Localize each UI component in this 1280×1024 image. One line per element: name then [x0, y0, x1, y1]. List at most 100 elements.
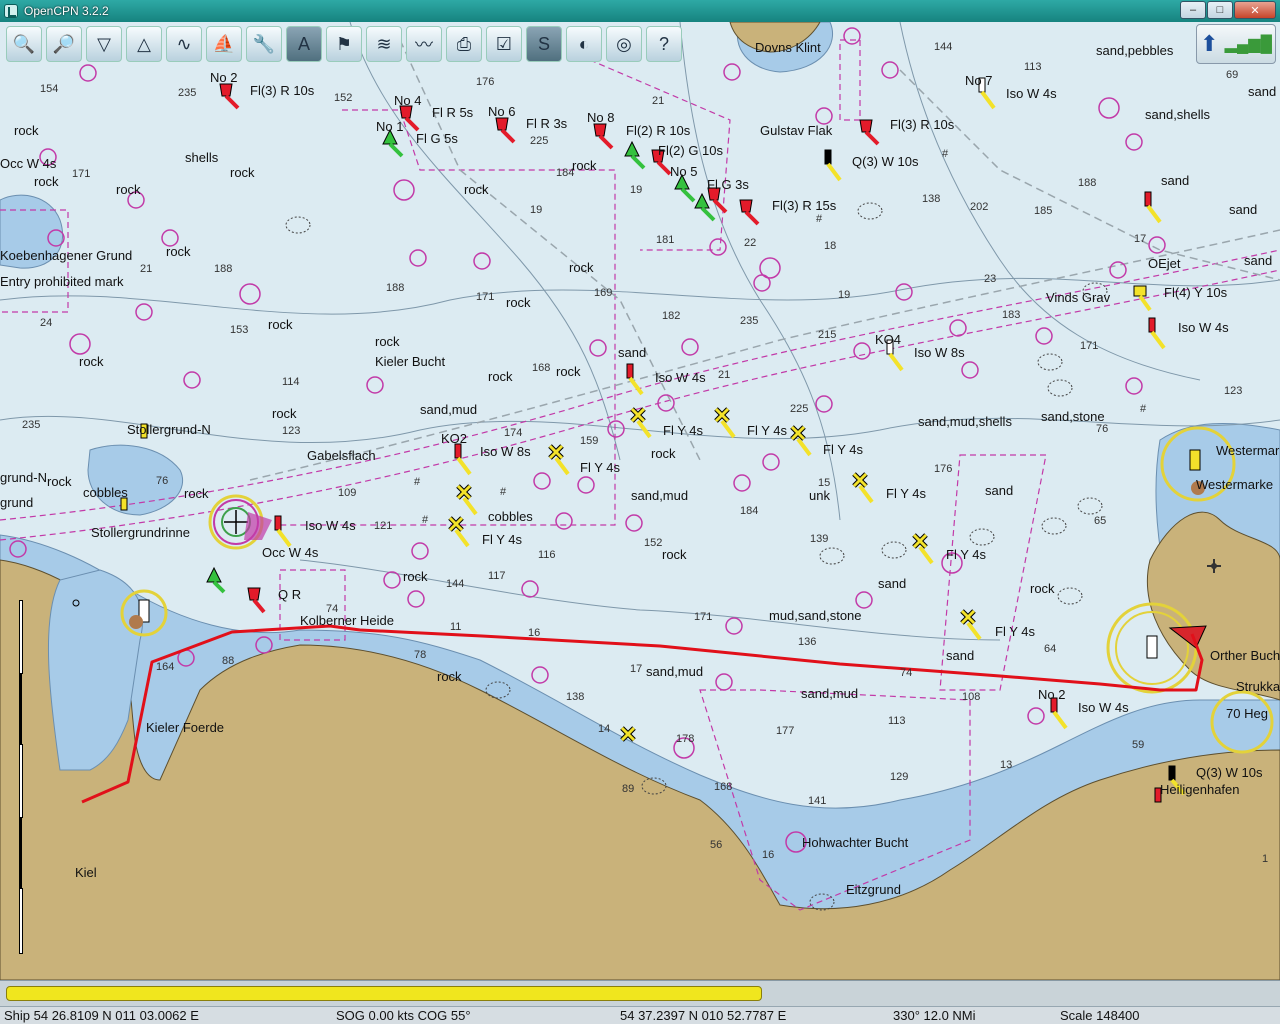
tracks-button[interactable]: ⚑ [326, 26, 362, 62]
tides-button[interactable]: 〰 [406, 26, 442, 62]
svg-text:188: 188 [386, 282, 404, 294]
svg-text:56: 56 [710, 839, 722, 851]
svg-text:177: 177 [776, 725, 794, 737]
nautical-chart[interactable]: 154 235 152 17621144 11369171 22518419 191… [0, 22, 1280, 980]
chart-label: Fl(4) Y 10s [1164, 285, 1228, 300]
chart-label: No 1 [376, 119, 403, 134]
maximize-button[interactable]: □ [1207, 1, 1233, 19]
chart-label: No 5 [670, 164, 697, 179]
help-button[interactable]: ? [646, 26, 682, 62]
minimize-button[interactable]: – [1180, 1, 1206, 19]
svg-text:144: 144 [934, 41, 952, 53]
chart-label: Fl G 5s [416, 131, 458, 146]
follow-icon: S [537, 33, 550, 54]
svg-text:185: 185 [1034, 205, 1052, 217]
print-button[interactable]: ⎙ [446, 26, 482, 62]
chart-label: sand,shells [1145, 107, 1211, 122]
svg-text:171: 171 [72, 168, 90, 180]
ship-icon: ⛵ [212, 33, 236, 54]
chart-label: rock [506, 295, 531, 310]
chart-label: Fl R 3s [526, 116, 568, 131]
chart-label: sand [1161, 173, 1189, 188]
svg-text:#: # [816, 213, 823, 225]
chart-label: Fl Y 4s [886, 486, 926, 501]
chart-label: rock [166, 244, 191, 259]
svg-text:138: 138 [566, 691, 584, 703]
svg-text:235: 235 [22, 419, 40, 431]
chart-label: Fl Y 4s [823, 442, 863, 457]
chart-label: Fl Y 4s [663, 423, 703, 438]
svg-text:171: 171 [1080, 340, 1098, 352]
route-manager-button[interactable]: ☑ [486, 26, 522, 62]
chart-label: sand [946, 648, 974, 663]
chart-label: sand,mud [631, 488, 688, 503]
chart-label: Iso W 4s [1078, 700, 1129, 715]
gps-compass-panel[interactable]: ⬆ ▂▄▆█ [1196, 24, 1276, 64]
chart-label: Eitzgrund [846, 882, 901, 897]
currents-icon: ≋ [376, 33, 392, 54]
chart-label: No 6 [488, 104, 515, 119]
svg-text:215: 215 [818, 329, 836, 341]
chart-label: Fl Y 4s [482, 532, 522, 547]
svg-text:76: 76 [156, 475, 168, 487]
svg-text:138: 138 [922, 193, 940, 205]
zoom-out-button[interactable]: 🔎 [46, 26, 82, 62]
chart-label: Koebenhagener Grund [0, 248, 132, 263]
chart-label: Fl(3) R 10s [250, 83, 315, 98]
settings-button[interactable]: 🔧 [246, 26, 282, 62]
svg-text:18: 18 [824, 240, 836, 252]
scale-out-button[interactable]: △ [126, 26, 162, 62]
ship-button[interactable]: ⛵ [206, 26, 242, 62]
chart-label: sand,mud [801, 686, 858, 701]
svg-text:178: 178 [676, 733, 694, 745]
svg-text:23: 23 [984, 273, 996, 285]
svg-text:121: 121 [374, 520, 392, 532]
svg-text:#: # [1140, 403, 1147, 415]
chart-label: Iso W 4s [1178, 320, 1229, 335]
svg-text:19: 19 [630, 184, 642, 196]
chart-label: rock [79, 354, 104, 369]
svg-text:176: 176 [934, 463, 952, 475]
svg-text:139: 139 [810, 533, 828, 545]
svg-text:16: 16 [762, 849, 774, 861]
svg-text:#: # [942, 148, 949, 160]
scale-in-button[interactable]: ▽ [86, 26, 122, 62]
currents-button[interactable]: ≋ [366, 26, 402, 62]
chart-canvas[interactable]: 154 235 152 176 21 144 113 69 171 225 184 19 19 1… [0, 22, 1280, 980]
svg-text:76: 76 [1096, 423, 1108, 435]
cursor-position: 54 37.2397 N 010 52.7787 E [620, 1008, 787, 1023]
svg-text:59: 59 [1132, 739, 1144, 751]
chart-label: Q(3) W 10s [852, 154, 919, 169]
chart-label: Strukkamphuk [1236, 679, 1280, 694]
chart-label: No 2 [1038, 687, 1065, 702]
chart-label: rock [403, 569, 428, 584]
scale-out-icon: △ [137, 33, 151, 54]
chart-label: rock [375, 334, 400, 349]
chart-label: Fl Y 4s [946, 547, 986, 562]
chart-progress-fill [6, 986, 762, 1001]
chart-label: Q(3) W 10s [1196, 765, 1263, 780]
text-button[interactable]: A [286, 26, 322, 62]
chart-label: Fl Y 4s [747, 423, 787, 438]
chart-label: rock [14, 123, 39, 138]
svg-text:17: 17 [630, 663, 642, 675]
svg-text:69: 69 [1226, 69, 1238, 81]
chart-label: Iso W 4s [305, 518, 356, 533]
chart-label: rock [662, 547, 687, 562]
close-button[interactable]: ✕ [1234, 1, 1276, 19]
mob-icon: ◎ [616, 33, 632, 54]
chart-label: Gulstav Flak [760, 123, 833, 138]
scale-in-icon: ▽ [97, 33, 111, 54]
route-button[interactable]: ∿ [166, 26, 202, 62]
text-icon: A [297, 33, 310, 54]
chart-label: Dovns Klint [755, 40, 821, 55]
svg-text:16: 16 [528, 627, 540, 639]
svg-text:116: 116 [538, 549, 556, 561]
color-scheme-button[interactable]: ◐ [566, 26, 602, 62]
north-up-compass-icon[interactable]: ⬆ [1200, 31, 1218, 57]
zoom-in-button[interactable]: 🔍 [6, 26, 42, 62]
chart-label: sand,mud,shells [918, 414, 1012, 429]
follow-button[interactable]: S [526, 26, 562, 62]
mob-button[interactable]: ◎ [606, 26, 642, 62]
chart-label: No 8 [587, 110, 614, 125]
